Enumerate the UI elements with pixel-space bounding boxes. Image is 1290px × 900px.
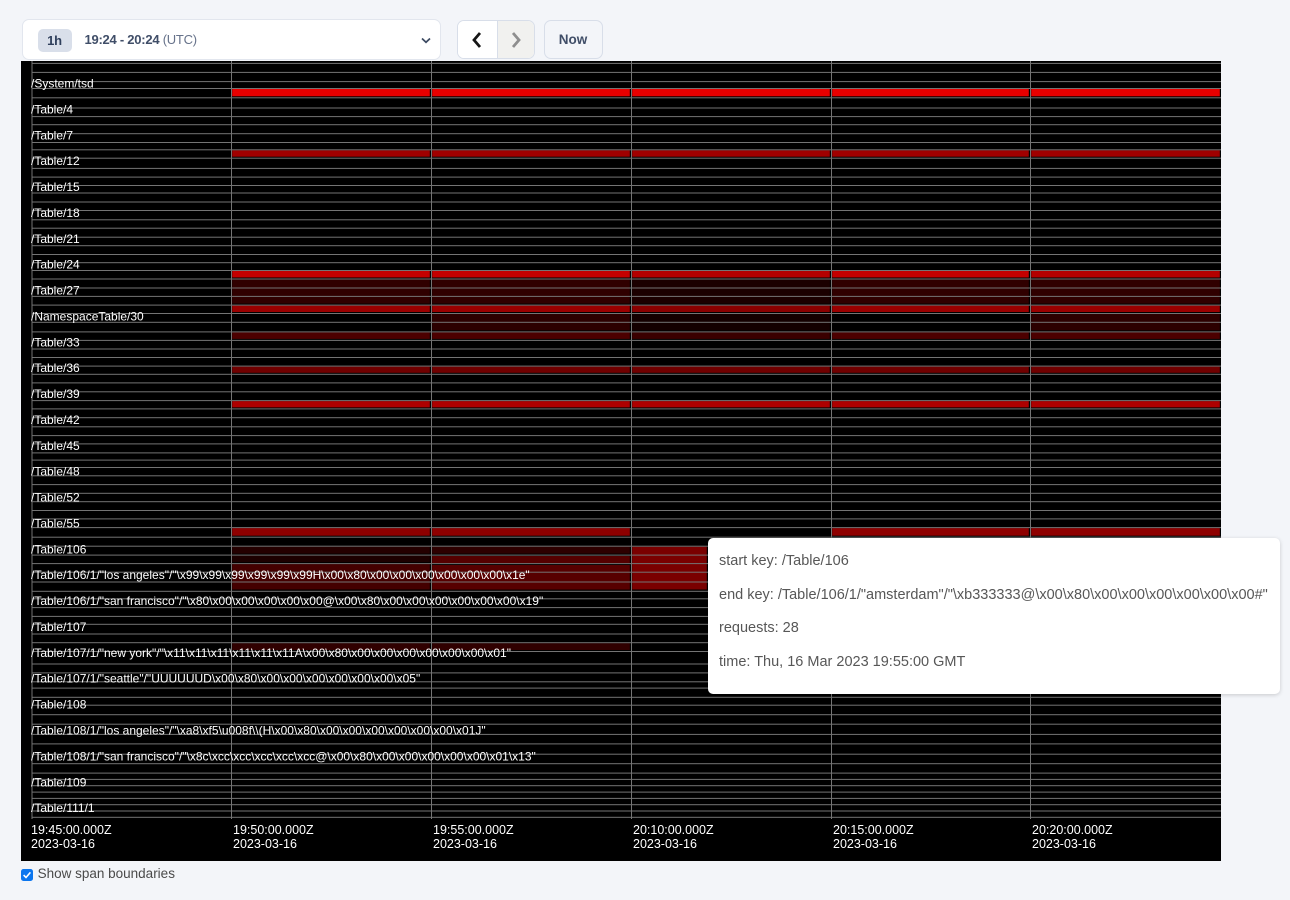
svg-text:2023-03-16: 2023-03-16 xyxy=(233,837,297,851)
svg-text:/Table/18: /Table/18 xyxy=(31,205,80,219)
svg-text:/Table/106/1/"los angeles"/"\x: /Table/106/1/"los angeles"/"\x99\x99\x99… xyxy=(31,568,530,582)
svg-text:20:15:00.000Z: 20:15:00.000Z xyxy=(833,823,914,837)
svg-text:/Table/27: /Table/27 xyxy=(31,283,80,297)
svg-text:2023-03-16: 2023-03-16 xyxy=(833,837,897,851)
svg-text:2023-03-16: 2023-03-16 xyxy=(31,837,95,851)
svg-text:/Table/107: /Table/107 xyxy=(31,620,87,634)
svg-text:20:20:00.000Z: 20:20:00.000Z xyxy=(1032,823,1113,837)
svg-text:/Table/24: /Table/24 xyxy=(31,257,80,271)
svg-text:19:50:00.000Z: 19:50:00.000Z xyxy=(233,823,314,837)
svg-text:/Table/106: /Table/106 xyxy=(31,542,87,556)
svg-text:19:45:00.000Z: 19:45:00.000Z xyxy=(31,823,112,837)
svg-text:19:55:00.000Z: 19:55:00.000Z xyxy=(433,823,514,837)
svg-text:/Table/107/1/"new york"/"\x11\: /Table/107/1/"new york"/"\x11\x11\x11\x1… xyxy=(31,645,511,659)
svg-text:/Table/21: /Table/21 xyxy=(31,231,80,245)
svg-text:2023-03-16: 2023-03-16 xyxy=(633,837,697,851)
svg-text:/Table/55: /Table/55 xyxy=(31,516,80,530)
svg-text:/Table/15: /Table/15 xyxy=(31,180,80,194)
svg-text:/System/tsd: /System/tsd xyxy=(31,76,94,90)
svg-text:/Table/42: /Table/42 xyxy=(31,412,80,426)
svg-text:/Table/52: /Table/52 xyxy=(31,490,80,504)
svg-text:/Table/39: /Table/39 xyxy=(31,387,80,401)
svg-text:/Table/108: /Table/108 xyxy=(31,697,87,711)
svg-text:/NamespaceTable/30: /NamespaceTable/30 xyxy=(31,309,144,323)
svg-text:/Table/48: /Table/48 xyxy=(31,464,80,478)
svg-text:/Table/107/1/"seattle"/"UUUUUU: /Table/107/1/"seattle"/"UUUUUUD\x00\x80\… xyxy=(31,671,420,685)
svg-text:/Table/36: /Table/36 xyxy=(31,361,80,375)
svg-text:/Table/7: /Table/7 xyxy=(31,128,73,142)
svg-text:20:10:00.000Z: 20:10:00.000Z xyxy=(633,823,714,837)
svg-text:/Table/111/1: /Table/111/1 xyxy=(31,801,95,815)
svg-text:/Table/45: /Table/45 xyxy=(31,438,80,452)
svg-text:/Table/33: /Table/33 xyxy=(31,335,80,349)
svg-text:/Table/108/1/"los angeles"/"\x: /Table/108/1/"los angeles"/"\xa8\xf5\u00… xyxy=(31,723,486,737)
svg-text:/Table/109: /Table/109 xyxy=(31,775,87,789)
svg-text:/Table/12: /Table/12 xyxy=(31,154,80,168)
svg-text:2023-03-16: 2023-03-16 xyxy=(1032,837,1096,851)
svg-text:/Table/106/1/"san francisco"/": /Table/106/1/"san francisco"/"\x80\x00\x… xyxy=(31,594,543,608)
svg-text:/Table/4: /Table/4 xyxy=(31,102,73,116)
svg-text:2023-03-16: 2023-03-16 xyxy=(433,837,497,851)
svg-text:/Table/108/1/"san francisco"/": /Table/108/1/"san francisco"/"\x8c\xcc\x… xyxy=(31,749,536,763)
